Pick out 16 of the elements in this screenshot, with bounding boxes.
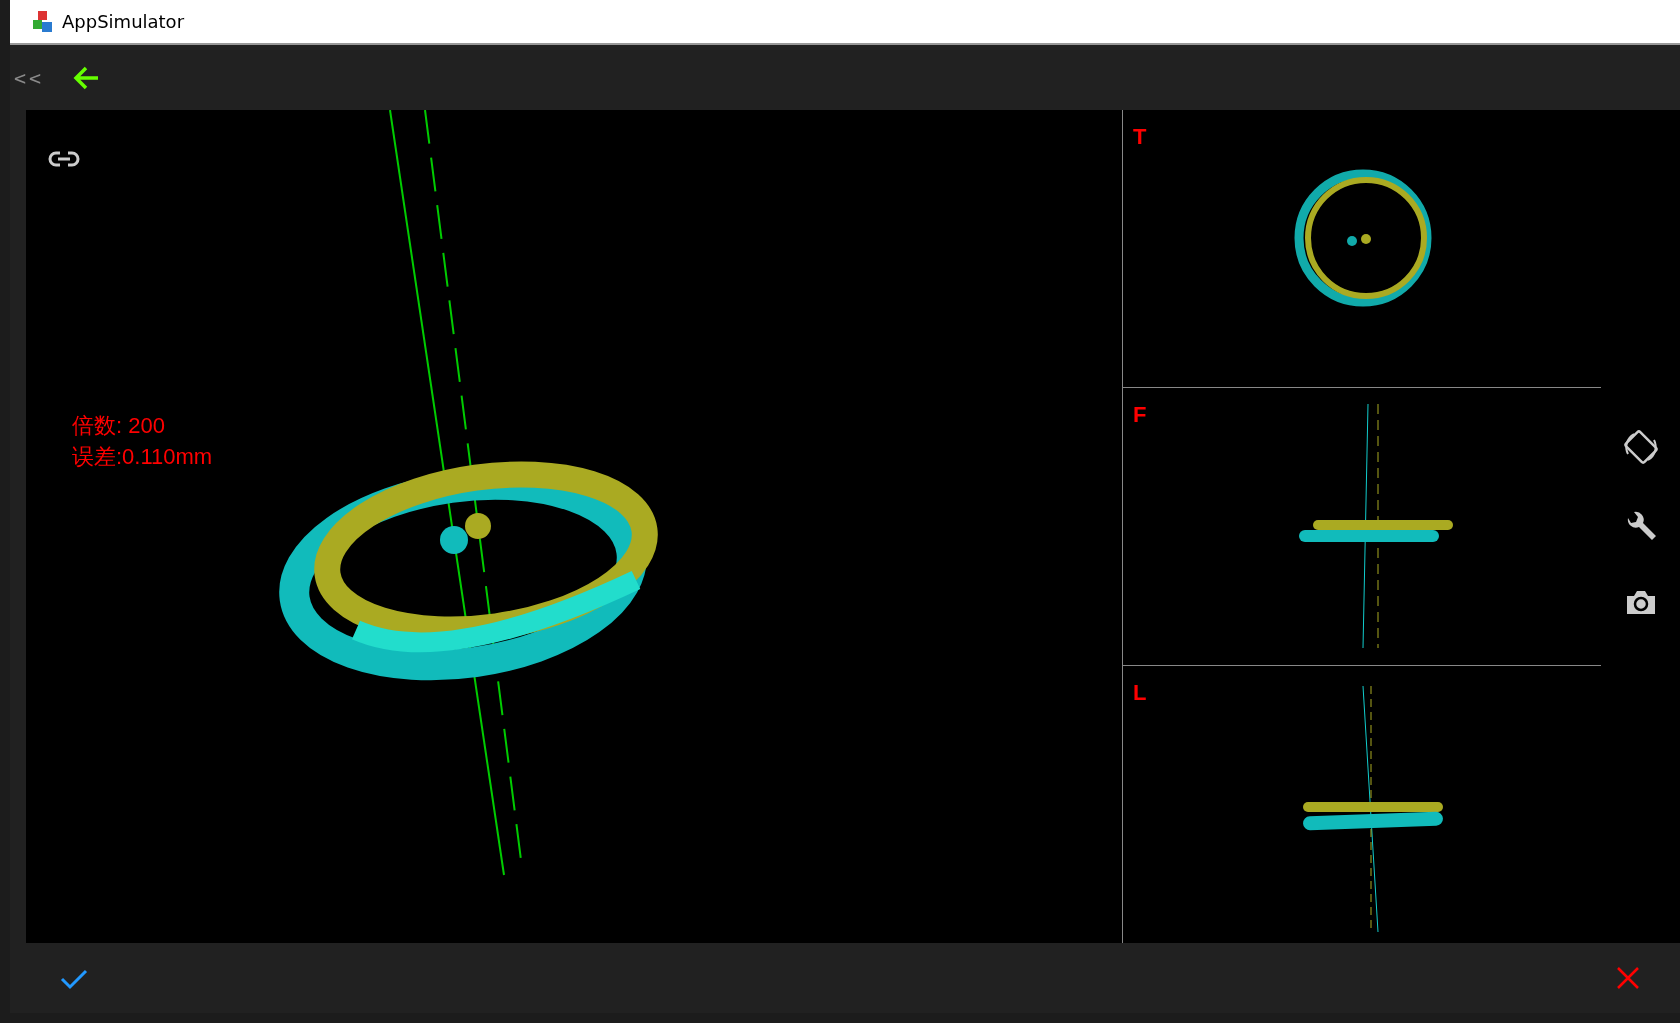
back-button[interactable] [72,64,101,91]
readout-text: 误差:0.110mm [72,443,213,471]
app-logo-icon [32,9,54,34]
view-label: F [1133,401,1147,429]
checkmark-icon [60,967,88,990]
window-title: AppSimulator [62,10,185,34]
view-label: L [1133,679,1147,707]
view-label: T [1133,123,1147,151]
rotate-screen-icon[interactable] [1621,428,1660,466]
collapse-button[interactable]: << [10,62,49,93]
close-button[interactable] [1616,965,1640,991]
readout-text: 倍数: 200 [72,412,166,440]
close-icon [1616,966,1640,991]
camera-icon[interactable] [1624,588,1657,616]
back-arrow-icon [72,64,101,91]
link-icon[interactable] [48,150,80,168]
